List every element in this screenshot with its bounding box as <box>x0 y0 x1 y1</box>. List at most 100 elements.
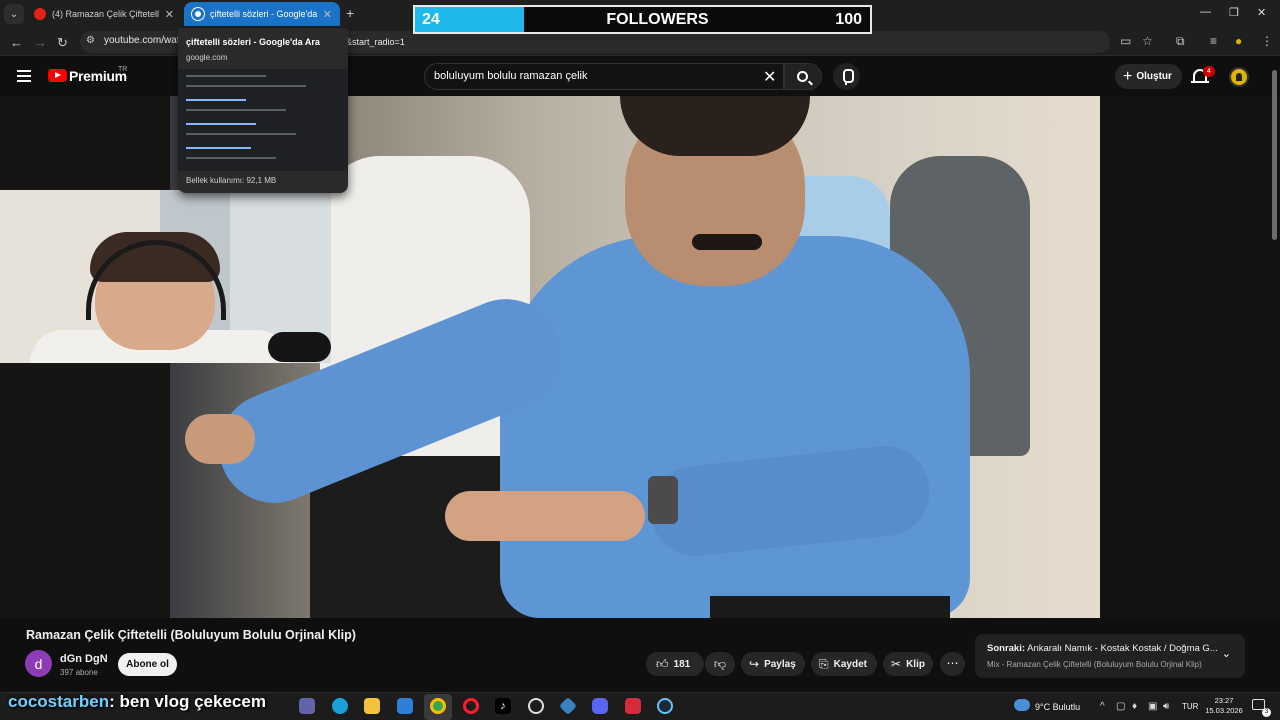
microphone <box>268 332 331 362</box>
webcam-overlay <box>0 190 331 363</box>
dancer-hair <box>620 96 810 156</box>
thumbs-up-icon: 👍︎ <box>656 656 669 671</box>
minimize-icon[interactable]: — <box>1200 6 1211 18</box>
back-icon[interactable]: ← <box>10 35 23 50</box>
microphone-icon[interactable]: ♦ <box>1132 701 1137 712</box>
up-next-title: Ankaralı Namık - Kostak Kostak / Doğma G… <box>1027 643 1217 654</box>
youtube-icon <box>34 8 46 20</box>
input-language[interactable]: TUR <box>1182 702 1198 711</box>
video-title: Ramazan Çelik Çiftetelli (Boluluyum Bolu… <box>26 628 356 642</box>
close-tab-icon[interactable]: ✕ <box>323 8 332 21</box>
screen: ⌄ (4) Ramazan Çelik Çiftetelli (Bolu ✕ ç… <box>0 0 1280 720</box>
save-button[interactable]: ⎘ Kaydet <box>811 652 877 676</box>
tab-title: (4) Ramazan Çelik Çiftetelli (Bolu <box>52 9 159 19</box>
memory-usage: Bellek kullanımı: 92,1 MB <box>186 176 277 185</box>
teams-icon[interactable] <box>299 698 315 714</box>
close-tab-icon[interactable]: ✕ <box>165 8 174 21</box>
volume-icon[interactable]: 🔊︎ <box>1163 701 1169 712</box>
restore-icon[interactable]: ❐ <box>1229 6 1239 19</box>
tab-title: çiftetelli sözleri - Google'da Ara <box>210 9 317 19</box>
theater-right-panel <box>1100 96 1280 618</box>
discord-icon[interactable] <box>592 698 608 714</box>
subscribe-button[interactable]: Abone ol <box>118 653 177 676</box>
tray-app-icon[interactable]: ▢ <box>1116 701 1125 712</box>
create-button[interactable]: + Oluştur <box>1115 64 1182 89</box>
up-next-mix: Mix - Ramazan Çelik Çiftetelli (Boluluyu… <box>987 660 1202 669</box>
dancer-right-hand <box>445 491 645 541</box>
like-button[interactable]: 👍︎ 181 <box>646 652 704 676</box>
app-icon[interactable] <box>625 698 641 714</box>
share-button[interactable]: ↪ Paylaş <box>741 652 805 676</box>
country-code: TR <box>118 66 128 73</box>
clip-button[interactable]: ✂ Klip <box>883 652 933 676</box>
voice-search-icon[interactable] <box>833 63 860 90</box>
thumbs-down-icon: 👎︎ <box>713 656 727 671</box>
preview-domain: google.com <box>186 53 228 62</box>
stream-chat-message: cocostarben: ben vlog çekecem <box>8 692 266 712</box>
weather-cloud-icon <box>1014 699 1030 711</box>
tab-search-button[interactable]: ⌄ <box>4 4 24 24</box>
search-icon <box>797 71 808 82</box>
scrollbar-thumb[interactable] <box>1272 70 1277 240</box>
followers-goal: 100 <box>835 10 862 28</box>
bookmark-star-icon[interactable]: ☆ <box>1142 34 1153 48</box>
store-icon[interactable] <box>397 698 413 714</box>
account-avatar[interactable] <box>1229 67 1249 87</box>
extensions-icon[interactable]: ⧉ <box>1176 34 1185 49</box>
up-next-title-line: Sonraki: Ankaralı Namık - Kostak Kostak … <box>987 643 1217 654</box>
network-icon[interactable]: ▣ <box>1148 701 1157 712</box>
chevron-down-icon[interactable]: ⌄ <box>1222 647 1231 660</box>
tray-chevron-icon[interactable]: ^ <box>1100 701 1105 712</box>
url-tail[interactable]: &start_radio=1 <box>346 37 405 47</box>
subscriber-count: 397 abone <box>60 668 98 677</box>
up-next-prefix: Sonraki: <box>987 643 1026 654</box>
reload-icon[interactable]: ↻ <box>57 35 68 51</box>
clip-label: Klip <box>906 658 925 670</box>
explorer-icon[interactable] <box>364 698 380 714</box>
search-button[interactable] <box>784 63 822 90</box>
chrome-icon[interactable] <box>430 698 446 714</box>
clear-search-icon[interactable]: ✕ <box>763 67 776 87</box>
followers-current: 24 <box>422 10 440 28</box>
clock-date: 15.03.2026 <box>1205 706 1243 715</box>
tab-youtube[interactable]: (4) Ramazan Çelik Çiftetelli (Bolu ✕ <box>26 2 182 26</box>
followers-label: FOLLOWERS <box>606 10 709 28</box>
tab-google[interactable]: çiftetelli sözleri - Google'da Ara ✕ <box>184 2 340 26</box>
channel-avatar[interactable]: d <box>25 650 52 677</box>
edge-icon[interactable] <box>332 698 348 714</box>
more-actions-icon[interactable]: ⋯ <box>940 652 965 676</box>
dislike-button[interactable]: 👎︎ <box>705 652 735 676</box>
share-label: Paylaş <box>764 658 796 670</box>
menu-kebab-icon[interactable]: ⋮ <box>1261 34 1273 48</box>
forward-icon[interactable]: → <box>34 35 47 50</box>
preview-title: çiftetelli sözleri - Google'da Ara <box>186 37 320 47</box>
new-tab-button[interactable]: + <box>346 5 354 21</box>
weather-text[interactable]: 9°C Bulutlu <box>1035 702 1080 712</box>
opera-icon[interactable] <box>463 698 479 714</box>
hamburger-menu-icon[interactable] <box>17 70 31 82</box>
search-query[interactable]: boluluyum bolulu ramazan çelik <box>434 70 587 82</box>
scissors-icon: ✂ <box>891 657 902 671</box>
tiktok-icon[interactable]: ♪ <box>495 698 511 714</box>
close-window-icon[interactable]: ✕ <box>1257 6 1266 19</box>
site-info-icon[interactable]: ⚙ <box>86 35 95 46</box>
up-next-card[interactable]: Sonraki: Ankaralı Namık - Kostak Kostak … <box>975 634 1245 678</box>
cast-icon[interactable]: ▭ <box>1120 34 1131 48</box>
dancer-mustache <box>692 234 762 250</box>
google-icon <box>192 8 204 20</box>
tab-hover-preview: çiftetelli sözleri - Google'da Ara googl… <box>178 28 348 193</box>
bookmark-icon: ⎘ <box>819 656 829 671</box>
channel-name[interactable]: dGn DgN <box>60 653 108 665</box>
system-clock[interactable]: 23:27 15.03.2026 <box>1205 696 1243 716</box>
clock-time: 23:27 <box>1214 696 1234 705</box>
followers-goal-overlay: 24 FOLLOWERS 100 <box>413 5 872 34</box>
obs-icon[interactable] <box>528 698 544 714</box>
steam-icon[interactable] <box>657 698 673 714</box>
wrist-watch <box>648 476 678 524</box>
profile-icon[interactable]: ● <box>1235 34 1242 48</box>
chat-text: : ben vlog çekecem <box>109 692 266 711</box>
media-icon[interactable]: ≡ <box>1210 34 1217 48</box>
youtube-logo-icon[interactable] <box>48 69 67 82</box>
dancer-belt <box>710 596 950 618</box>
url-text[interactable]: youtube.com/wat <box>104 35 180 46</box>
